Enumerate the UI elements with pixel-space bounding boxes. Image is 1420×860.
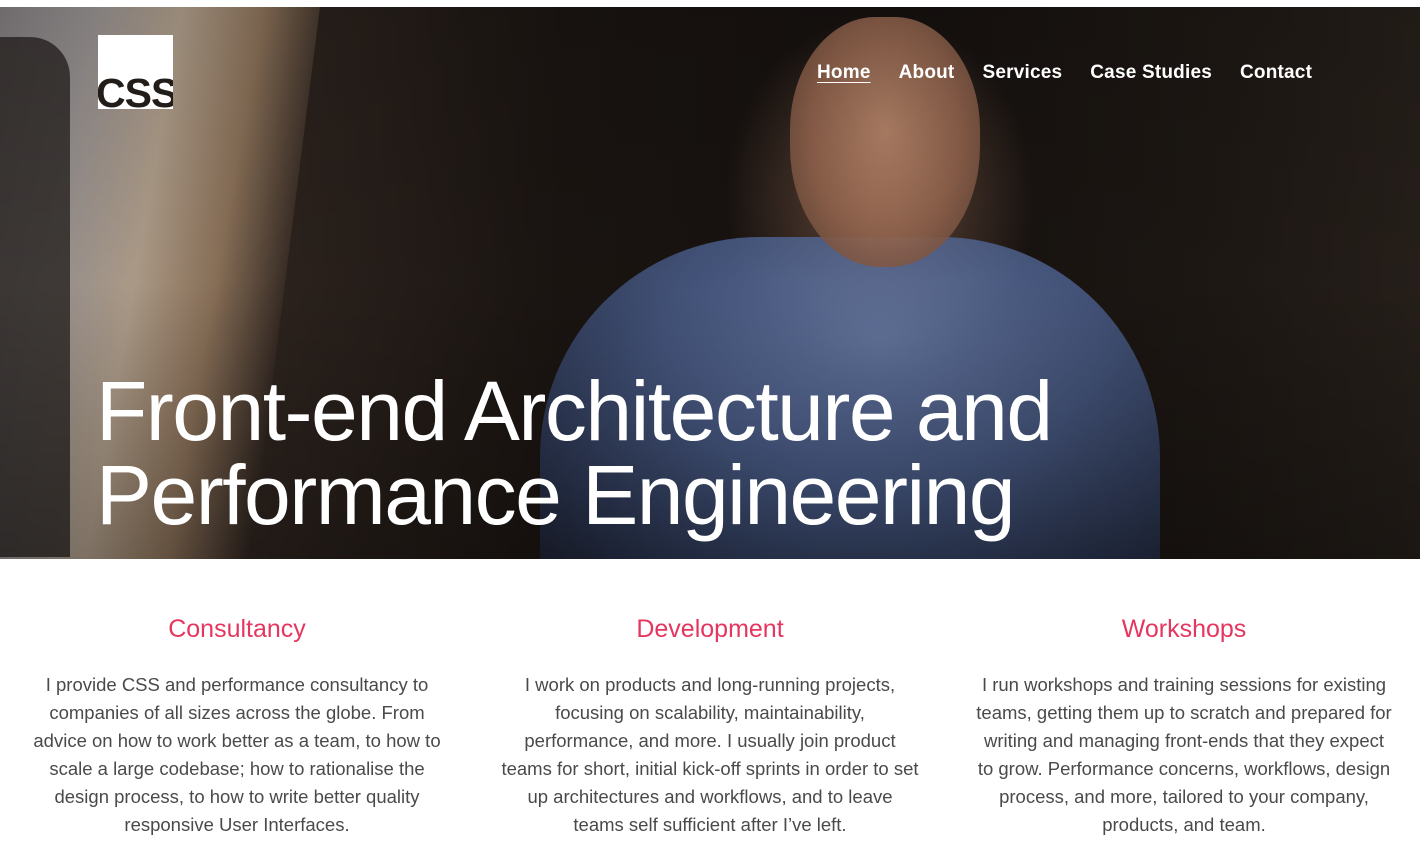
service-workshops: Workshops I run workshops and training s…: [974, 614, 1394, 839]
hero-title-line-1: Front-end Architecture and: [96, 364, 1053, 458]
hero-title: Front-end Architecture and Performance E…: [96, 369, 1196, 537]
top-strip: [0, 0, 1420, 7]
service-description: I run workshops and training sessions fo…: [976, 674, 1392, 835]
nav-services[interactable]: Services: [982, 62, 1062, 84]
nav-about[interactable]: About: [899, 62, 955, 84]
site-logo[interactable]: CSS: [98, 35, 173, 109]
hero: CSS Home About Services Case Studies Con…: [0, 7, 1420, 559]
service-title: Workshops: [1121, 615, 1247, 643]
services-section: Consultancy I provide CSS and performanc…: [0, 559, 1420, 860]
service-title: Development: [636, 615, 784, 643]
logo-text: CSS: [98, 70, 173, 110]
hero-title-line-2: Performance Engineering: [96, 448, 1016, 542]
service-description: I provide CSS and performance consultanc…: [33, 674, 441, 835]
nav-home[interactable]: Home: [817, 62, 871, 84]
service-description: I work on products and long-running proj…: [501, 674, 919, 835]
service-consultancy: Consultancy I provide CSS and performanc…: [27, 614, 447, 839]
service-title: Consultancy: [168, 615, 306, 643]
service-development: Development I work on products and long-…: [500, 614, 920, 839]
nav-contact[interactable]: Contact: [1240, 62, 1312, 84]
nav-case-studies[interactable]: Case Studies: [1090, 62, 1212, 84]
main-nav: Home About Services Case Studies Contact: [817, 62, 1312, 84]
